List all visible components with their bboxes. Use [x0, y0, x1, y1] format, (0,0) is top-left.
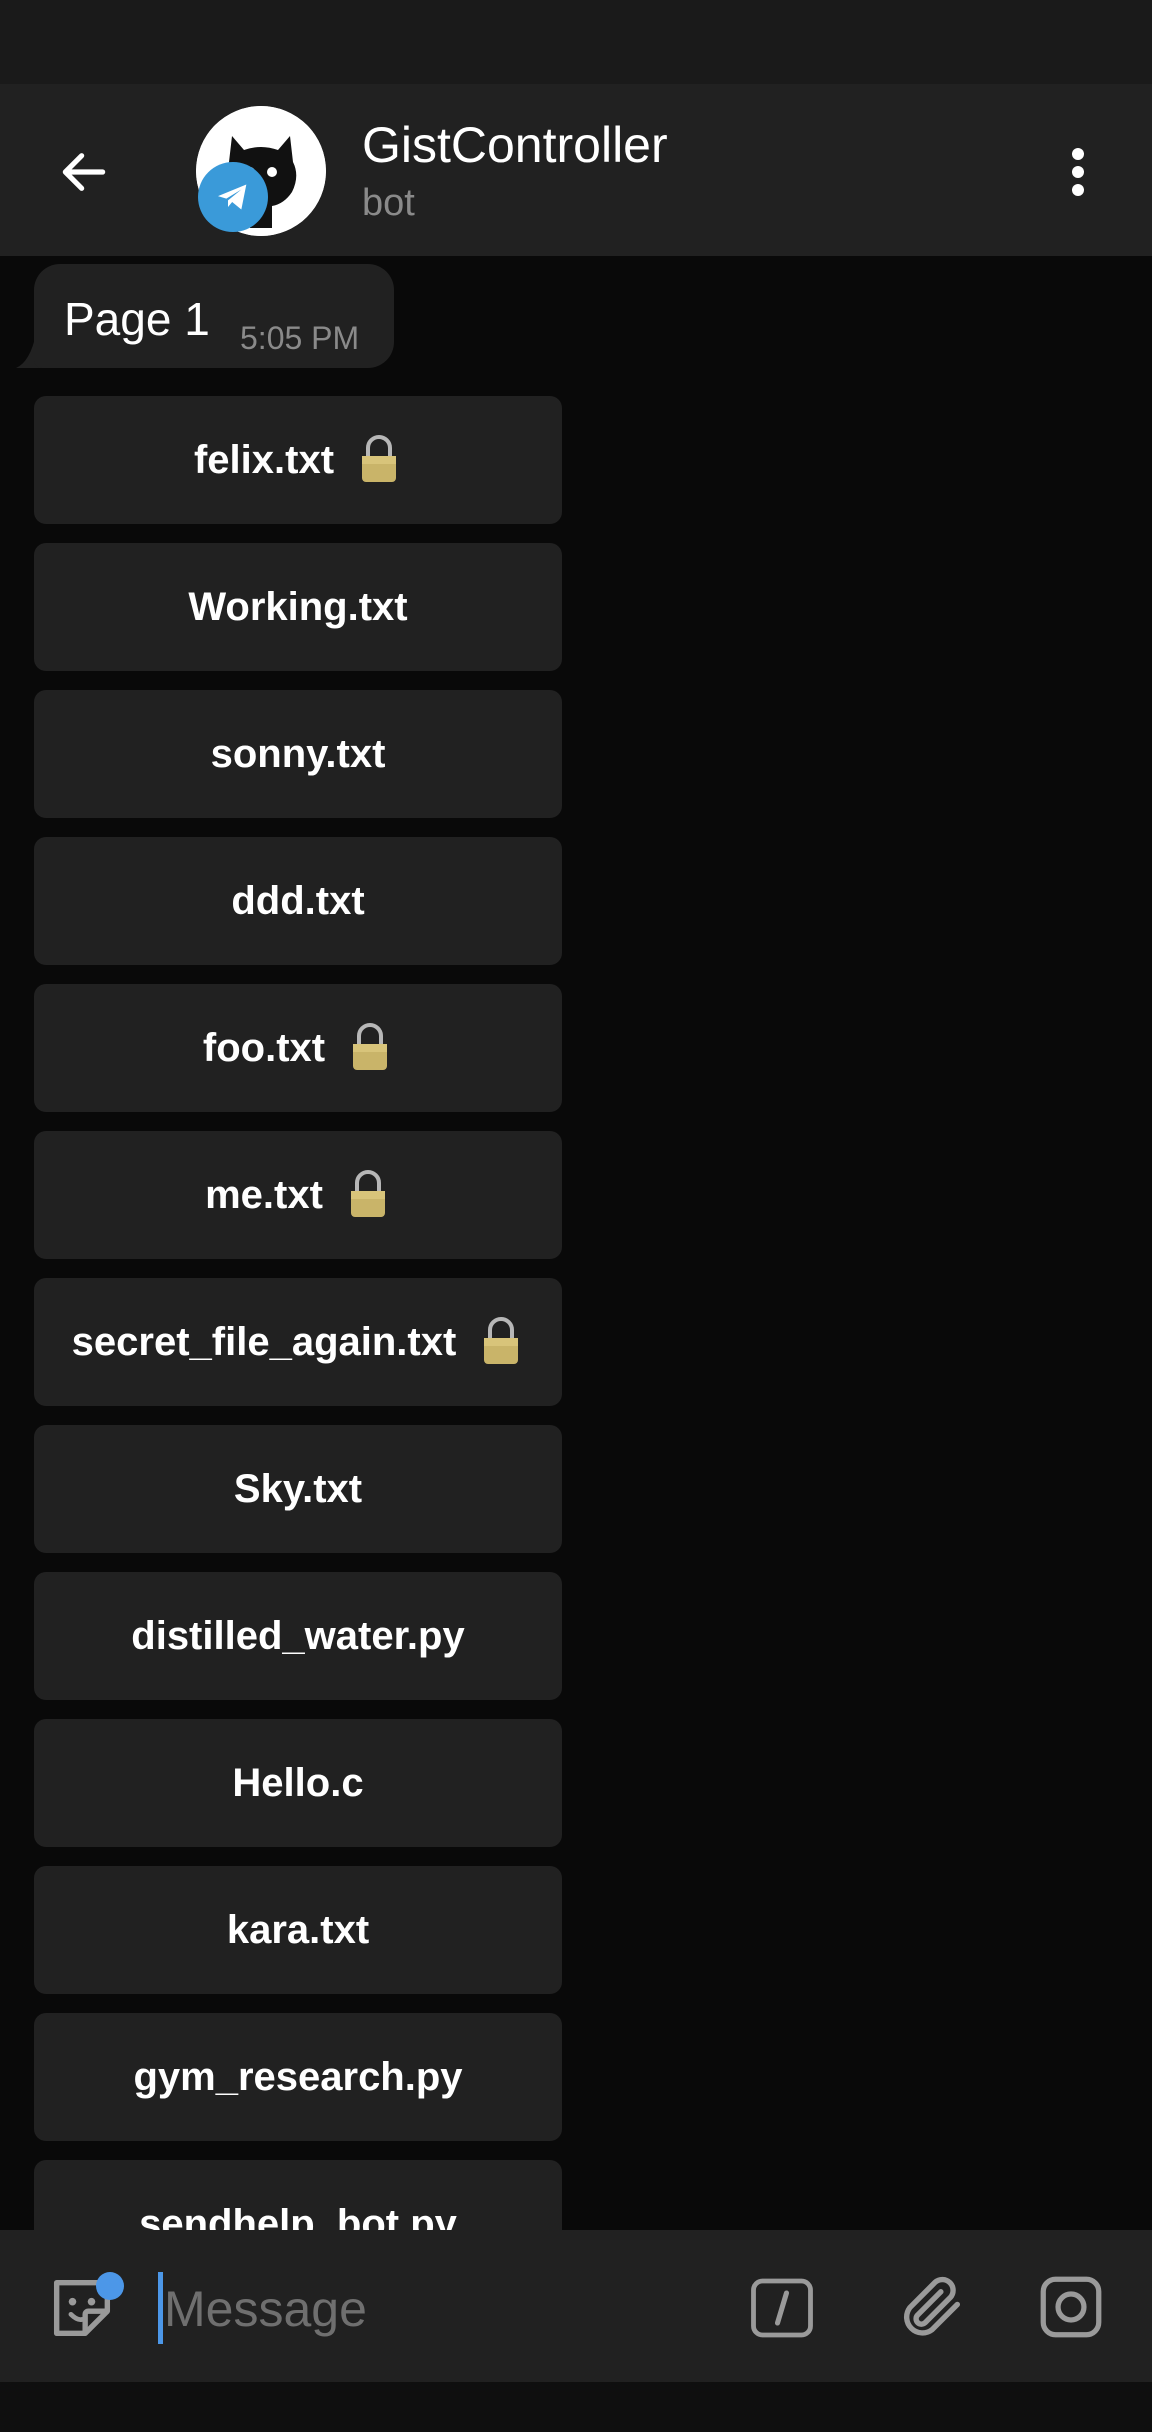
keyboard-button-label: me.txt: [205, 1172, 323, 1217]
message-input-bar: [0, 2230, 1152, 2382]
keyboard-button-label: distilled_water.py: [131, 1613, 465, 1658]
message-input[interactable]: [162, 2270, 686, 2348]
chat-header: GistController bot: [0, 84, 1152, 256]
keyboard-button-label: sendhelp_bot.py: [139, 2201, 457, 2231]
message-bubble[interactable]: Page 1 5:05 PM: [34, 264, 394, 368]
camera-button[interactable]: [1034, 2270, 1108, 2344]
attach-button[interactable]: [894, 2268, 970, 2344]
chat-title[interactable]: GistController: [362, 116, 668, 174]
more-menu-button[interactable]: [1048, 132, 1108, 212]
keyboard-button[interactable]: Hello.c: [34, 1719, 562, 1847]
lock-icon: [356, 434, 402, 486]
keyboard-button[interactable]: kara.txt: [34, 1866, 562, 1994]
notification-dot: [96, 2272, 124, 2300]
keyboard-button[interactable]: foo.txt: [34, 984, 562, 1112]
nav-bar: [0, 2382, 1152, 2432]
status-bar: [0, 0, 1152, 84]
keyboard-button-label: Hello.c: [232, 1760, 364, 1805]
lock-icon: [478, 1316, 524, 1368]
paperclip-icon: [903, 2276, 961, 2336]
slash-command-icon: [751, 2278, 813, 2338]
message-text: Page 1: [64, 293, 210, 345]
keyboard-button[interactable]: ddd.txt: [34, 837, 562, 965]
keyboard-button-label: sonny.txt: [210, 731, 386, 776]
more-vertical-icon: [1072, 148, 1084, 196]
keyboard-button[interactable]: sonny.txt: [34, 690, 562, 818]
lock-icon: [347, 1022, 393, 1074]
keyboard-button[interactable]: sendhelp_bot.py: [34, 2160, 562, 2230]
chat-area[interactable]: Page 1 5:05 PM felix.txt Working.txt sonny…: [0, 256, 1152, 2230]
keyboard-button[interactable]: distilled_water.py: [34, 1572, 562, 1700]
keyboard-button-label: kara.txt: [226, 1907, 370, 1952]
chat-subtitle: bot: [362, 182, 415, 224]
keyboard-button-label: secret_file_again.txt: [71, 1319, 457, 1364]
message-time: 5:05 PM: [240, 320, 360, 356]
keyboard-button-label: gym_research.py: [133, 2054, 463, 2099]
keyboard-button[interactable]: gym_research.py: [34, 2013, 562, 2141]
keyboard-button[interactable]: Working.txt: [34, 543, 562, 671]
keyboard-button[interactable]: secret_file_again.txt: [34, 1278, 562, 1406]
keyboard-button-label: felix.txt: [193, 437, 335, 482]
keyboard-button[interactable]: me.txt: [34, 1131, 562, 1259]
arrow-left-icon: [62, 153, 106, 191]
telegram-badge-icon: [198, 162, 268, 232]
keyboard-button[interactable]: felix.txt: [34, 396, 562, 524]
back-button[interactable]: [44, 136, 124, 208]
keyboard-button-label: Sky.txt: [233, 1466, 363, 1511]
keyboard-button[interactable]: Sky.txt: [34, 1425, 562, 1553]
bot-commands-button[interactable]: [746, 2272, 818, 2344]
camera-icon: [1040, 2276, 1102, 2338]
lock-icon: [345, 1169, 391, 1221]
keyboard-button-label: Working.txt: [188, 584, 408, 629]
keyboard-button-label: foo.txt: [202, 1025, 326, 1070]
keyboard-button-label: ddd.txt: [231, 878, 365, 923]
